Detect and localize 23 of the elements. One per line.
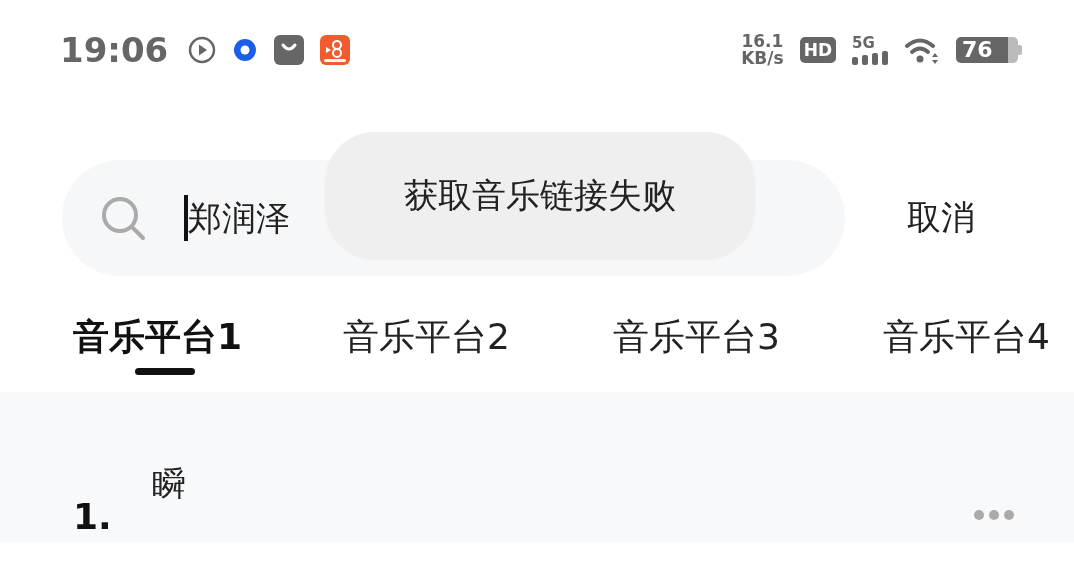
- more-options-icon[interactable]: [974, 510, 1014, 520]
- song-number: 1.: [73, 496, 113, 537]
- play-circle-icon: [188, 36, 217, 64]
- app-circle-icon: [232, 37, 259, 63]
- network-speed-value: 16.1: [741, 33, 784, 50]
- platform-tab[interactable]: 音乐平台3: [613, 314, 883, 392]
- cancel-button[interactable]: 取消: [907, 195, 975, 241]
- tab-indicator: [135, 368, 195, 375]
- wifi-icon: [904, 36, 940, 64]
- network-speed-unit: KB/s: [741, 50, 784, 67]
- battery-level: 76: [956, 37, 1018, 63]
- signal-bars-icon: [852, 50, 888, 65]
- platform-tab[interactable]: 音乐平台1: [73, 314, 343, 392]
- shopping-bag-icon: [274, 35, 305, 65]
- song-title[interactable]: 瞬: [152, 460, 974, 506]
- platform-tab[interactable]: 音乐平台2: [343, 314, 613, 392]
- hd-badge: HD: [799, 37, 836, 63]
- network-type-label: 5G: [852, 35, 875, 51]
- clock-time: 19:06: [60, 30, 169, 70]
- toast-message: 获取音乐链接失败: [325, 132, 755, 260]
- search-field[interactable]: 郑润泽: [184, 195, 290, 241]
- platform-tab[interactable]: 音乐平台4: [883, 314, 1050, 392]
- video-app-icon: [320, 35, 351, 65]
